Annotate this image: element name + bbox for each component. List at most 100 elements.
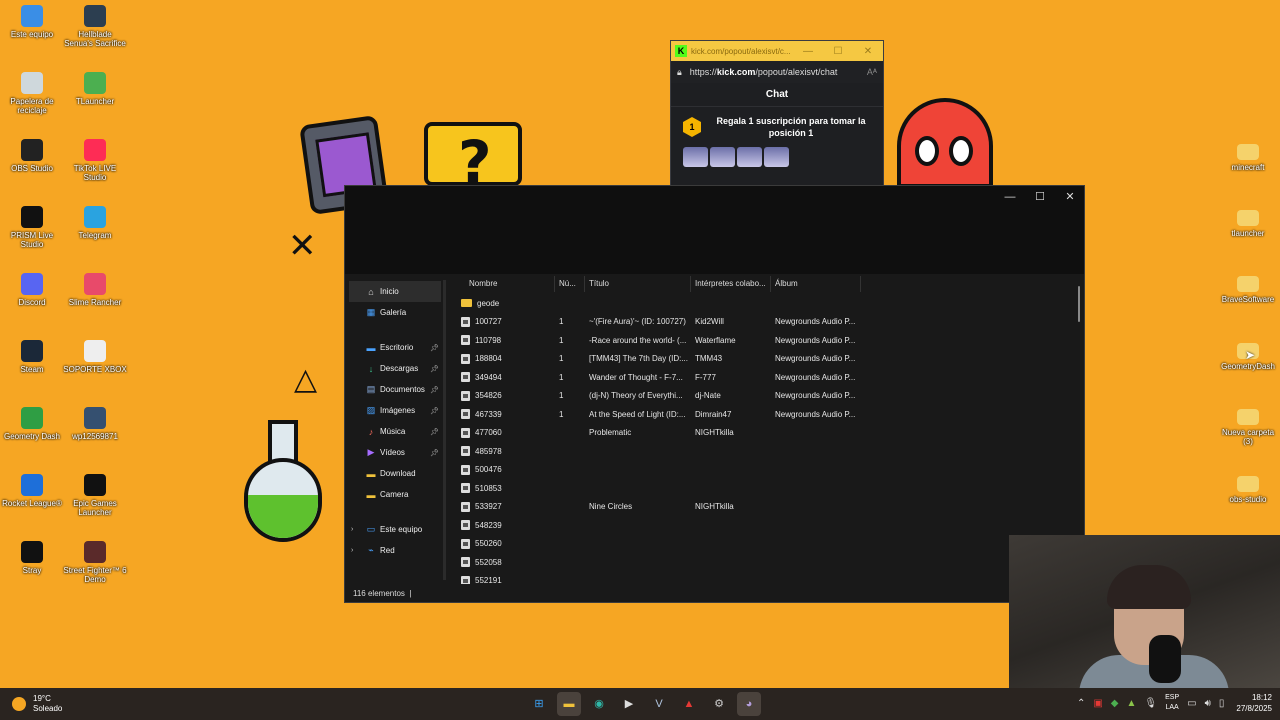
kick-url[interactable]: https://kick.com/popout/alexisvt/chat: [690, 67, 867, 77]
desktop-icon-item[interactable]: Geometry Dash: [0, 407, 64, 441]
minimize-icon[interactable]: —: [995, 188, 1025, 206]
microphone-icon[interactable]: 🎙︎: [1144, 698, 1157, 709]
edge-icon[interactable]: ◉: [587, 692, 611, 716]
nav-pane-splitter[interactable]: [443, 280, 446, 580]
column-header-album[interactable]: Álbum: [771, 276, 861, 292]
desktop-icon-item[interactable]: Hellblade Senua's Sacrifice: [63, 5, 127, 48]
file-explorer-icon[interactable]: ▬: [557, 692, 581, 716]
kick-chat-popout-window[interactable]: K kick.com/popout/alexisvt/c... — ☐ ✕ 🔒︎…: [670, 40, 884, 188]
nav-item[interactable]: ▬ Escritorio 📌︎: [345, 337, 445, 358]
desktop-icon-item[interactable]: OBS Studio: [0, 139, 64, 173]
desktop-icon-item[interactable]: Street Fighter™ 6 Demo: [63, 541, 127, 584]
nav-item[interactable]: ♪ Música 📌︎: [345, 421, 445, 442]
rocket-league-icon: [21, 474, 43, 496]
maximize-icon[interactable]: ☐: [823, 46, 853, 57]
tray-app-icon[interactable]: ▣: [1093, 698, 1102, 709]
nav-item[interactable]: › ⌁ Red: [345, 540, 445, 561]
table-row[interactable]: 552058: [449, 553, 1079, 572]
reader-mode-icon[interactable]: Aᴬ: [867, 67, 877, 77]
desktop-icon-item[interactable]: Slime Rancher: [63, 273, 127, 307]
nav-item[interactable]: ↓ Descargas 📌︎: [345, 358, 445, 379]
network-icon[interactable]: ▭: [1187, 698, 1196, 709]
desktop-icon-item[interactable]: Telegram: [63, 206, 127, 240]
steam-icon[interactable]: ⚙: [707, 692, 731, 716]
desktop-icon-item[interactable]: Este equipo: [0, 5, 64, 39]
nav-item[interactable]: ▬ Camera: [345, 484, 445, 505]
desktop-icon-item[interactable]: Papelera de reciclaje: [0, 72, 64, 115]
table-row[interactable]: 477060 Problematic NIGHTkilla: [449, 424, 1079, 443]
table-row[interactable]: geode: [449, 294, 1079, 313]
nav-item[interactable]: ⌂ Inicio: [349, 281, 441, 302]
vscode-icon[interactable]: V: [647, 692, 671, 716]
kick-gift-sub-banner[interactable]: 1 Regala 1 suscripción para tomar la pos…: [671, 107, 883, 147]
avatar[interactable]: [710, 147, 735, 167]
kick-address-bar[interactable]: 🔒︎ https://kick.com/popout/alexisvt/chat…: [671, 61, 883, 83]
avatar[interactable]: [764, 147, 789, 167]
media-player-icon[interactable]: ▶: [617, 692, 641, 716]
nav-item[interactable]: ▨ Imágenes 📌︎: [345, 400, 445, 421]
maximize-icon[interactable]: ☐: [1025, 188, 1055, 206]
vertical-scrollbar[interactable]: [1078, 286, 1080, 322]
table-row[interactable]: 550260: [449, 535, 1079, 554]
desktop-folder-item[interactable]: Nueva carpeta (3): [1216, 405, 1280, 446]
minimize-icon[interactable]: —: [793, 46, 823, 57]
discord-icon[interactable]: ◕: [737, 692, 761, 716]
desktop-folder-item[interactable]: tlauncher: [1216, 206, 1280, 238]
table-row[interactable]: 354826 1 (dj-N) Theory of Everythi... dj-Na…: [449, 387, 1079, 406]
tray-app-icon[interactable]: ▲: [1127, 698, 1137, 709]
chevron-right-icon[interactable]: ›: [351, 547, 353, 554]
column-header-artists[interactable]: Intérpretes colabo...: [691, 276, 771, 292]
nav-item[interactable]: ▤ Documentos 📌︎: [345, 379, 445, 400]
desktop-folder-item[interactable]: BraveSoftware: [1216, 272, 1280, 304]
table-row[interactable]: 349494 1 Wander of Thought - F-7... F-777 Ne…: [449, 368, 1079, 387]
table-row[interactable]: 100727 1 ~'(Fire Aura)'~ (ID: 100727) Kid2W…: [449, 313, 1079, 332]
table-row[interactable]: 500476: [449, 461, 1079, 480]
table-row[interactable]: 548239: [449, 516, 1079, 535]
nav-item[interactable]: › ▭ Este equipo: [345, 519, 445, 540]
audio-file-icon: [461, 427, 470, 438]
desktop-icon-item[interactable]: SOPORTE XBOX: [63, 340, 127, 374]
weather-widget[interactable]: 19°C Soleado: [12, 694, 62, 714]
cell-name: 354826: [449, 390, 555, 401]
desktop-icon-item[interactable]: wp12569871: [63, 407, 127, 441]
column-header-title[interactable]: Título: [585, 276, 691, 292]
desktop-icon-item[interactable]: TLauncher: [63, 72, 127, 106]
tray-app-icon[interactable]: ◆: [1111, 698, 1119, 709]
kick-titlebar[interactable]: K kick.com/popout/alexisvt/c... — ☐ ✕: [671, 41, 883, 61]
volume-icon[interactable]: 🔊︎: [1205, 698, 1211, 709]
table-row[interactable]: 467339 1 At the Speed of Light (ID:... Dimr…: [449, 405, 1079, 424]
pin-icon: 📌︎: [430, 449, 439, 457]
battery-icon[interactable]: ▯: [1219, 698, 1225, 709]
nav-item[interactable]: ▦ Galería: [345, 302, 445, 323]
nav-item[interactable]: ▬ Download: [345, 463, 445, 484]
table-row[interactable]: 533927 Nine Circles NIGHTkilla: [449, 498, 1079, 517]
table-row[interactable]: 510853: [449, 479, 1079, 498]
column-header-name[interactable]: Nombre: [449, 276, 555, 292]
chevron-right-icon[interactable]: ›: [351, 526, 353, 533]
table-row[interactable]: 552191: [449, 572, 1079, 584]
desktop-folder-item[interactable]: obs-studio: [1216, 472, 1280, 504]
table-row[interactable]: 188804 1 [TMM43] The 7th Day (ID:... TMM43 N…: [449, 350, 1079, 369]
file-explorer-window[interactable]: — ☐ ✕ ⌂ Inicio ▦ Galería ▬ Escritorio 📌︎ ↓ Desca…: [344, 185, 1085, 603]
desktop-icon-item[interactable]: Steam: [0, 340, 64, 374]
desktop-icon-item[interactable]: Discord: [0, 273, 64, 307]
table-row[interactable]: 110798 1 -Race around the world- (... Water…: [449, 331, 1079, 350]
close-icon[interactable]: ✕: [1055, 188, 1085, 206]
column-header-number[interactable]: Nú...: [555, 276, 585, 292]
desktop-icon-item[interactable]: Epic Games Launcher: [63, 474, 127, 517]
nav-item[interactable]: ▶ Vídeos 📌︎: [345, 442, 445, 463]
desktop-icon-item[interactable]: Rocket League®: [0, 474, 64, 508]
prism-icon[interactable]: ▲: [677, 692, 701, 716]
start-icon[interactable]: ⊞: [527, 692, 551, 716]
table-row[interactable]: 485978: [449, 442, 1079, 461]
avatar[interactable]: [683, 147, 708, 167]
close-icon[interactable]: ✕: [853, 46, 883, 57]
avatar[interactable]: [737, 147, 762, 167]
desktop-folder-item[interactable]: minecraft: [1216, 140, 1280, 172]
desktop-icon-item[interactable]: Stray: [0, 541, 64, 575]
desktop-icon-item[interactable]: TikTok LIVE Studio: [63, 139, 127, 182]
desktop-icon-item[interactable]: PRISM Live Studio: [0, 206, 64, 249]
language-indicator[interactable]: ESP LAA: [1165, 693, 1179, 713]
clock[interactable]: 18:12 27/8/2025: [1236, 692, 1272, 714]
chevron-up-icon[interactable]: ⌃: [1077, 698, 1085, 709]
